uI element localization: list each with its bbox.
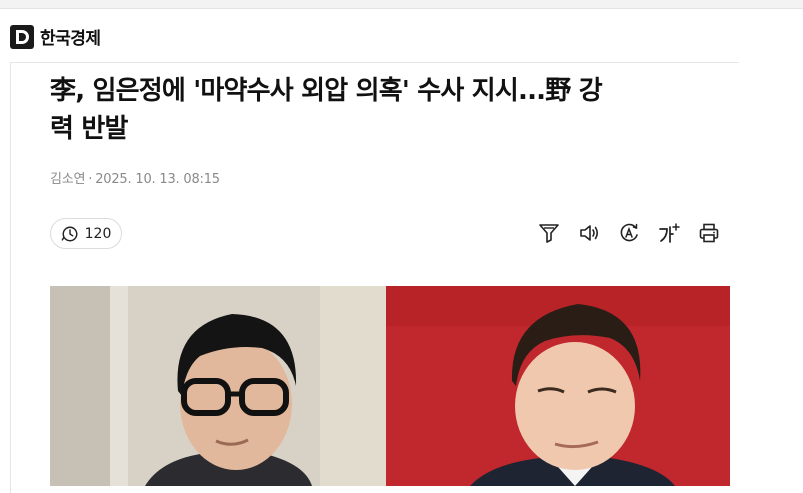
article-toolbar	[538, 222, 720, 244]
print-icon	[699, 223, 719, 243]
browser-top-strip	[0, 0, 803, 9]
site-header	[0, 9, 803, 61]
print-button[interactable]	[698, 222, 720, 244]
translate-button[interactable]	[618, 222, 640, 244]
listen-button[interactable]	[578, 222, 600, 244]
filter-icon	[539, 224, 559, 243]
font-size-icon	[659, 223, 680, 243]
clock-icon	[61, 226, 78, 241]
title-line-1: 李, 임은정에 '마약수사 외압 의혹' 수사 지시...野 강	[50, 76, 603, 106]
summary-filter-button[interactable]	[538, 222, 560, 244]
logo-d-icon	[10, 24, 34, 49]
translate-icon	[620, 223, 638, 242]
brand-name: 한국경제	[40, 29, 101, 49]
speaker-icon	[580, 225, 599, 241]
article-title: 李, 임은정에 '마약수사 외압 의혹' 수사 지시...野 강 력 반발	[50, 72, 730, 148]
title-line-2: 력 반발	[50, 114, 128, 144]
author-name[interactable]: 김소연	[50, 172, 85, 187]
view-count: 120	[84, 225, 112, 242]
byline: 김소연 · 2025. 10. 13. 08:15	[50, 168, 220, 187]
article-photo	[50, 286, 730, 486]
view-count-badge: 120	[50, 218, 122, 249]
font-size-button[interactable]	[658, 222, 680, 244]
byline-separator: ·	[88, 172, 93, 187]
site-logo[interactable]: 한국경제	[10, 24, 101, 49]
publish-datetime: 2025. 10. 13. 08:15	[95, 172, 220, 187]
